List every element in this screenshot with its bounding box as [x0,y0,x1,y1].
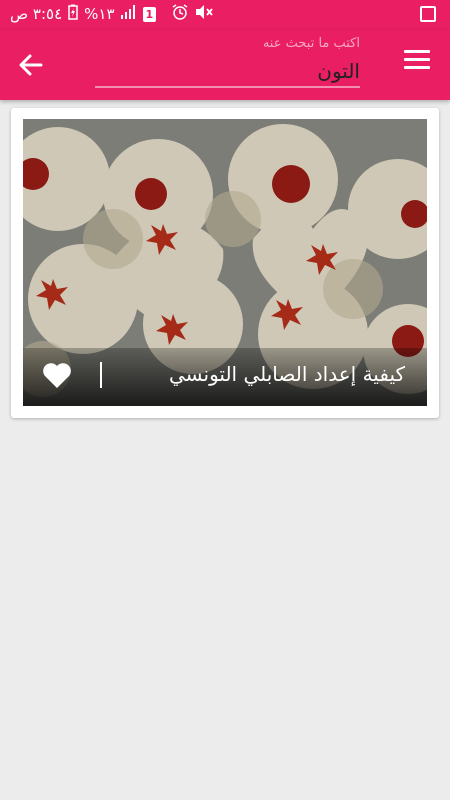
search-input[interactable] [95,56,360,88]
recipe-caption: كيفية إعداد الصابلي التونسي [23,348,427,406]
status-bar: ٣:٥٤ ص %١٣ 1 [0,0,450,30]
heart-icon[interactable] [41,360,73,390]
mute-icon [194,4,214,24]
alarm-icon [172,4,188,24]
battery-icon [68,4,78,24]
battery-percent: %١٣ [84,5,115,23]
arrow-back-icon[interactable] [14,48,48,82]
search-hint: اكتب ما تبحث عنه [262,36,360,51]
caption-divider [100,362,102,388]
sim-icon: 1 [142,6,157,22]
search-field: اكتب ما تبحث عنه [95,30,360,92]
recipe-title[interactable]: كيفية إعداد الصابلي التونسي [169,362,405,386]
recipe-image[interactable]: كيفية إعداد الصابلي التونسي [23,119,427,406]
recipe-card[interactable]: كيفية إعداد الصابلي التونسي [11,108,439,418]
signal-icon [120,5,137,23]
status-bar-left: ٣:٥٤ ص %١٣ 1 [10,4,214,24]
gallery-notification-icon [420,6,436,22]
toolbar: اكتب ما تبحث عنه [0,30,450,100]
status-time: ٣:٥٤ ص [10,5,63,23]
menu-icon[interactable] [404,50,430,72]
